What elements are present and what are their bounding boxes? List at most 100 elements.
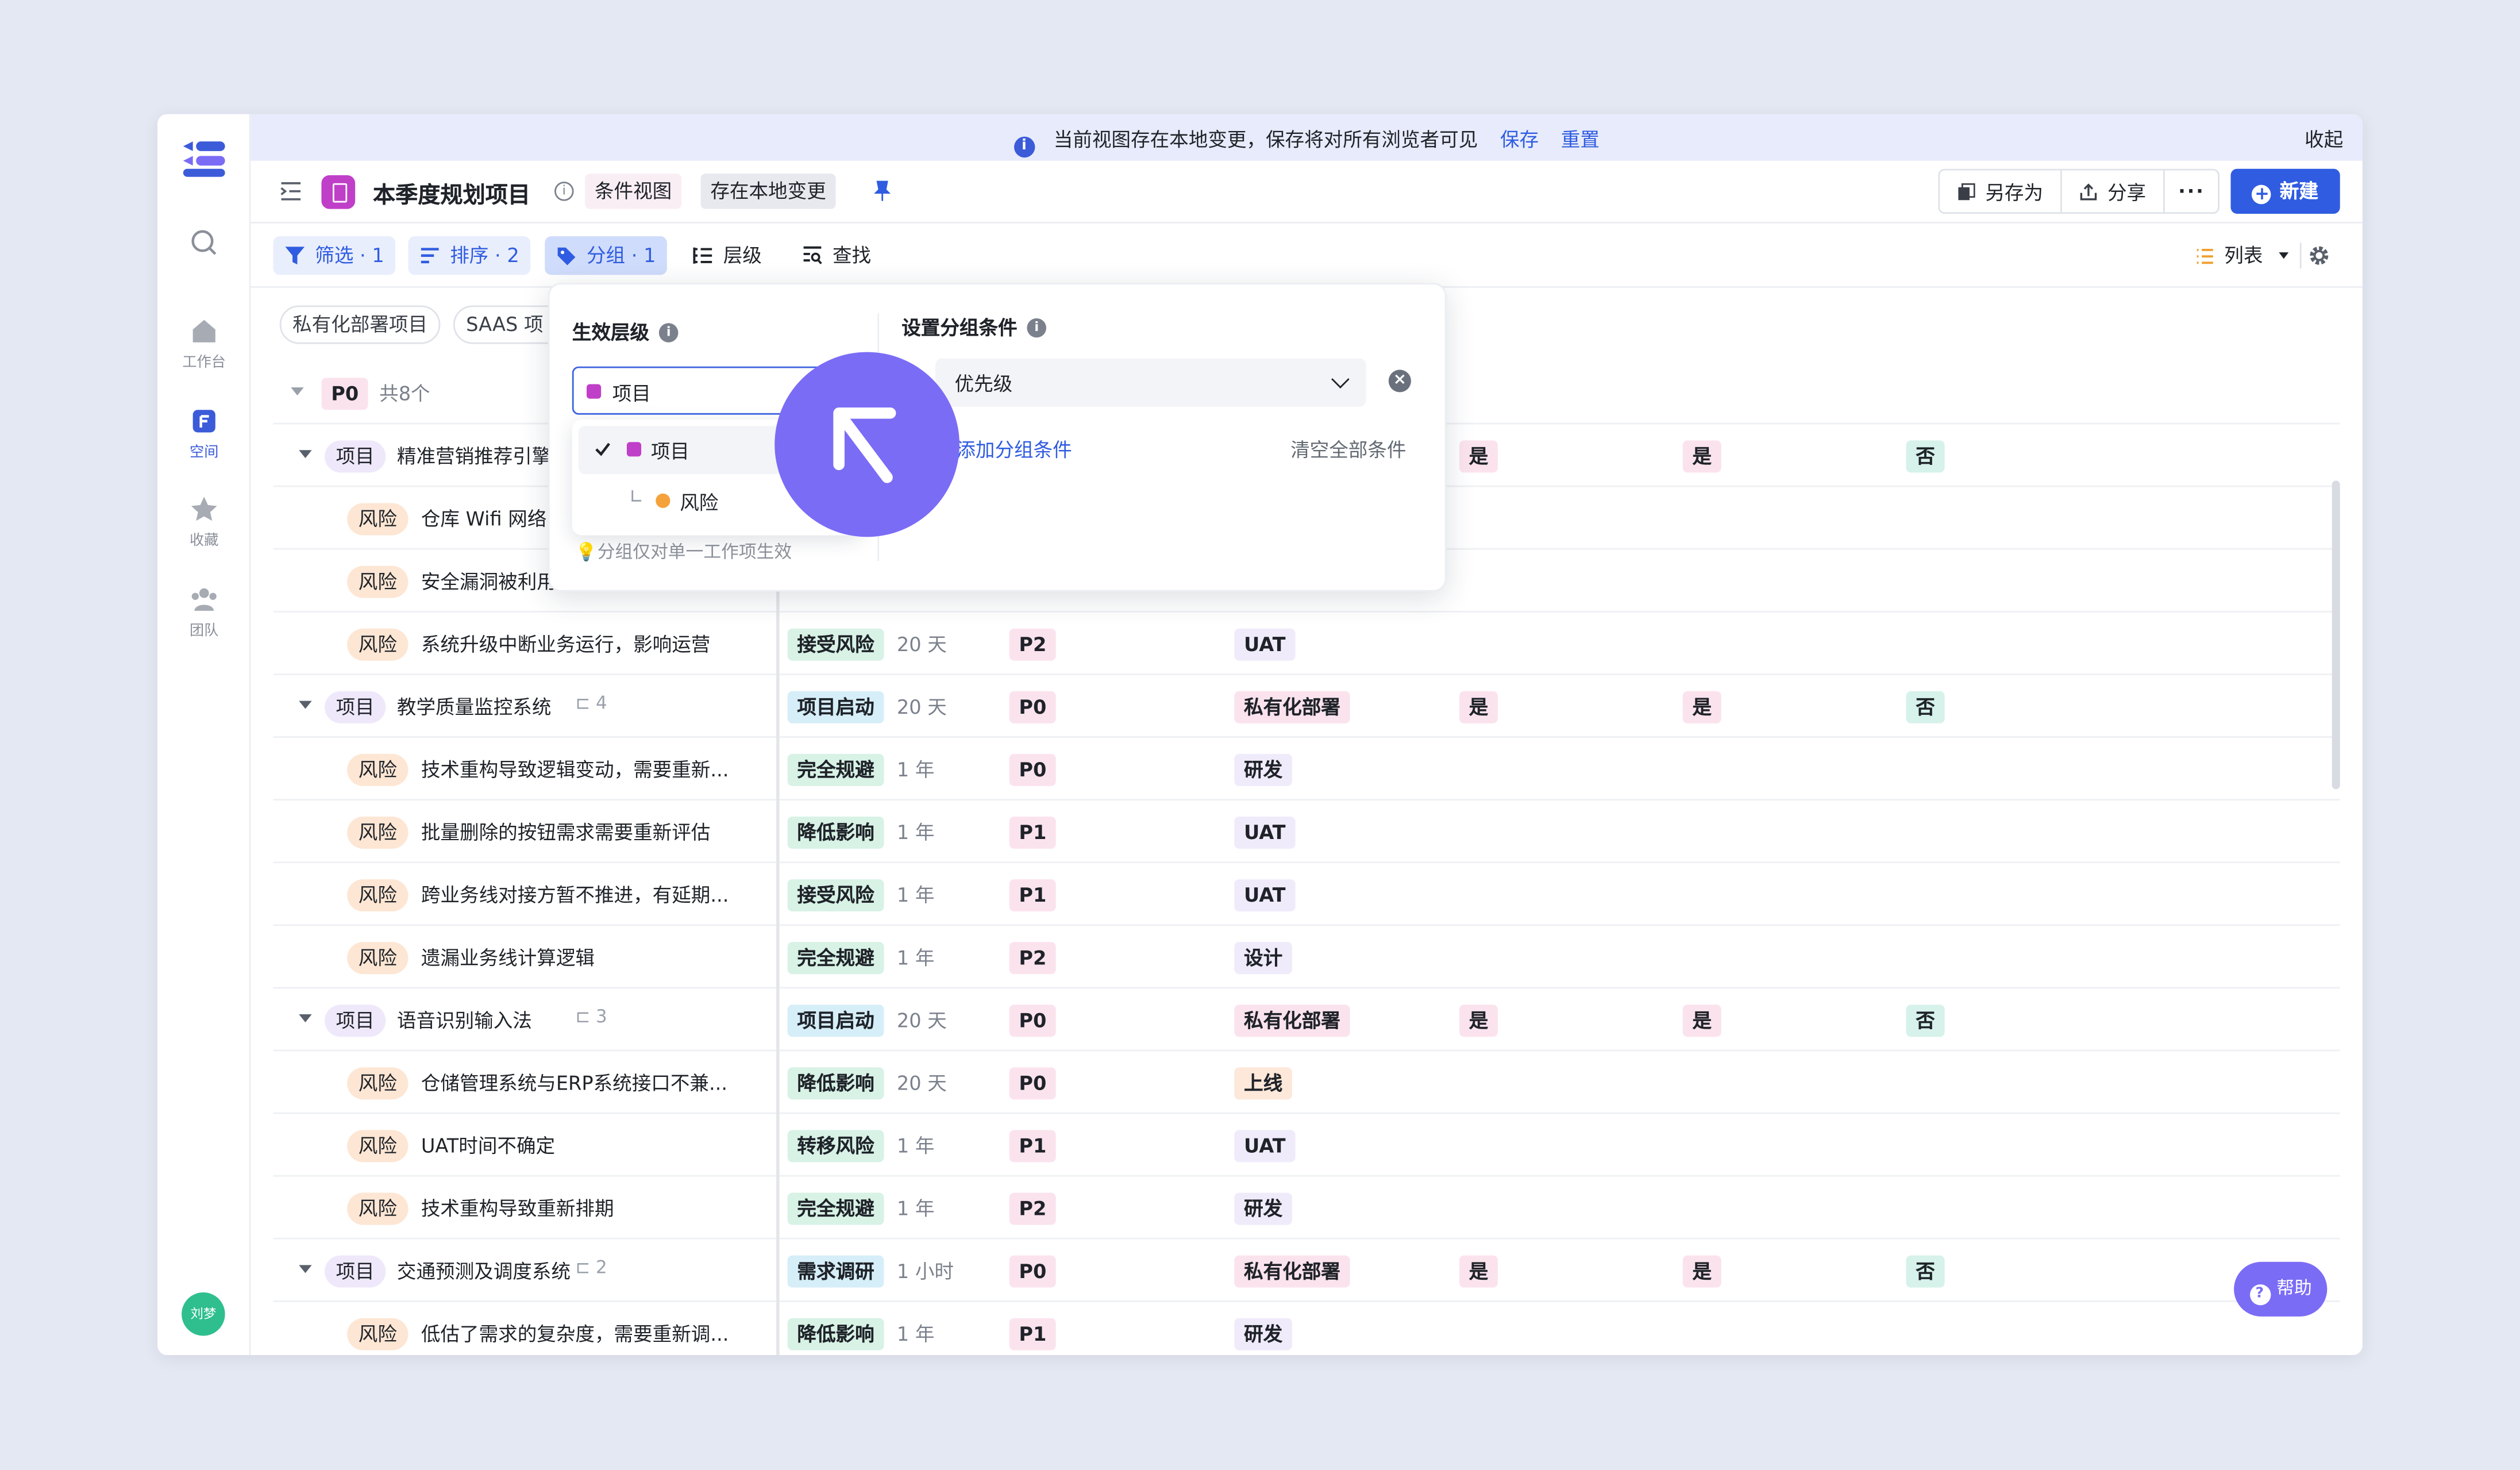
item-title[interactable]: 系统升级中断业务运行，影响运营 xyxy=(421,630,711,657)
banner-reset-link[interactable]: 重置 xyxy=(1561,129,1600,151)
child-count: ⊏ 3 xyxy=(575,1006,607,1028)
banner-save-link[interactable]: 保存 xyxy=(1500,129,1539,151)
info-icon: i xyxy=(1014,136,1035,158)
flag-yes-tag: 是 xyxy=(1682,1255,1721,1288)
remove-condition-icon[interactable]: × xyxy=(1388,370,1411,392)
pill-saas[interactable]: SAAS 项 xyxy=(453,305,555,344)
save-as-button[interactable]: 另存为 xyxy=(1940,170,2063,213)
item-title[interactable]: 技术重构导致逻辑变动，需要重新... xyxy=(421,756,729,783)
info-icon[interactable]: i xyxy=(658,322,679,342)
title-info-icon[interactable]: i xyxy=(554,182,574,201)
level-button[interactable]: 层级 xyxy=(681,236,773,275)
hierarchy-icon xyxy=(693,247,712,264)
stage-tag: 研发 xyxy=(1234,1318,1292,1350)
help-icon: ? xyxy=(2249,1284,2271,1306)
priority-tag: P0 xyxy=(1009,691,1057,724)
plus-icon: + xyxy=(2252,184,2272,205)
copy-icon xyxy=(1959,182,1976,199)
rail-space[interactable]: 空间 xyxy=(157,405,251,461)
item-title[interactable]: UAT时间不确定 xyxy=(421,1132,555,1159)
expand-toggle-icon[interactable] xyxy=(299,450,312,459)
new-item-label: 新建 xyxy=(2279,180,2318,203)
item-title[interactable]: 交通预测及调度系统 xyxy=(397,1257,571,1284)
project-row[interactable]: 项目 语音识别输入法 ⊏ 3 项目启动 20 天 P0 私有化部署 是 是 否 xyxy=(273,988,2340,1052)
risk-row[interactable]: 风险 技术重构导致逻辑变动，需要重新... 完全规避 1 年 P0 研发 xyxy=(273,738,2340,801)
item-title[interactable]: 仓储管理系统与ERP系统接口不兼... xyxy=(421,1069,727,1096)
share-button[interactable]: 分享 xyxy=(2063,170,2165,213)
info-icon[interactable]: i xyxy=(1027,317,1047,337)
rail-team[interactable]: 团队 xyxy=(157,583,251,640)
sidebar-toggle-icon[interactable] xyxy=(280,182,302,201)
risk-row[interactable]: 风险 跨业务线对接方暂不推进，有延期... 接受风险 1 年 P1 UAT xyxy=(273,863,2340,926)
app-logo-icon[interactable] xyxy=(180,140,228,178)
item-title[interactable]: 精准营销推荐引擎 xyxy=(397,442,552,470)
item-type-tag: 风险 xyxy=(347,1130,409,1163)
item-type-tag: 风险 xyxy=(347,628,409,661)
item-title[interactable]: 低估了需求的复杂度，需要重新调... xyxy=(421,1319,729,1347)
pin-icon[interactable] xyxy=(874,180,891,202)
group-label: 分组 · 1 xyxy=(586,244,656,267)
risk-row[interactable]: 风险 UAT时间不确定 转移风险 1 年 P1 UAT xyxy=(273,1114,2340,1177)
strategy-tag: 完全规避 xyxy=(787,1192,884,1225)
risk-row[interactable]: 风险 仓储管理系统与ERP系统接口不兼... 降低影响 20 天 P0 上线 xyxy=(273,1051,2340,1114)
caret-down-icon xyxy=(2279,252,2289,259)
gear-icon[interactable] xyxy=(2308,244,2330,267)
more-button[interactable]: ··· xyxy=(2165,171,2218,213)
expand-toggle-icon[interactable] xyxy=(299,1014,312,1023)
user-avatar[interactable]: 刘梦 xyxy=(182,1292,225,1336)
project-color-square xyxy=(626,442,642,457)
item-title[interactable]: 技术重构导致重新排期 xyxy=(421,1194,614,1222)
save-as-label: 另存为 xyxy=(1985,180,2044,203)
title-bar: 本季度规划项目 i 条件视图 存在本地变更 另存为 分享 ··· + 新建 xyxy=(251,161,2363,224)
pill-private-deploy[interactable]: 私有化部署项目 xyxy=(279,305,441,344)
item-type-tag: 风险 xyxy=(347,879,409,912)
rail-favorites[interactable]: 收藏 xyxy=(157,494,251,550)
filter-icon xyxy=(285,247,305,265)
group-condition-text: 设置分组条件 xyxy=(901,317,1018,340)
risk-row[interactable]: 风险 系统升级中断业务运行，影响运营 接受风险 20 天 P2 UAT xyxy=(273,613,2340,675)
flag-yes-tag: 是 xyxy=(1459,440,1498,473)
risk-row[interactable]: 风险 技术重构导致重新排期 完全规避 1 年 P2 研发 xyxy=(273,1177,2340,1240)
risk-row[interactable]: 风险 低估了需求的复杂度，需要重新调... 降低影响 1 年 P1 研发 xyxy=(273,1302,2340,1355)
item-title[interactable]: 语音识别输入法 xyxy=(397,1006,532,1034)
flag-yes-tag: 是 xyxy=(1459,691,1498,724)
stage-tag: 私有化部署 xyxy=(1234,691,1350,724)
expand-toggle-icon[interactable] xyxy=(299,701,312,709)
rail-workbench[interactable]: 工作台 xyxy=(157,315,251,371)
stage-tag: UAT xyxy=(1234,816,1296,849)
child-count-value: 4 xyxy=(595,692,607,714)
item-title[interactable]: 仓库 Wifi 网络... xyxy=(421,505,565,532)
local-change-chip[interactable]: 存在本地变更 xyxy=(700,174,836,209)
group-condition-select[interactable]: 优先级 xyxy=(935,358,1366,407)
group-collapse-icon[interactable] xyxy=(291,387,304,396)
rail-label-space: 空间 xyxy=(190,445,219,461)
filter-button[interactable]: 筛选 · 1 xyxy=(273,236,396,275)
project-row[interactable]: 项目 教学质量监控系统 ⊏ 4 项目启动 20 天 P0 私有化部署 是 是 否 xyxy=(273,675,2340,738)
find-button[interactable]: 查找 xyxy=(791,236,882,275)
stage-tag: UAT xyxy=(1234,879,1296,912)
vertical-scrollbar[interactable] xyxy=(2332,480,2340,790)
view-mode-select[interactable]: 列表 xyxy=(2195,236,2289,275)
rail-search[interactable] xyxy=(157,226,251,259)
item-type-tag: 风险 xyxy=(347,753,409,786)
new-item-button[interactable]: + 新建 xyxy=(2230,168,2340,214)
item-title[interactable]: 教学质量监控系统 xyxy=(397,693,552,721)
view-type-chip[interactable]: 条件视图 xyxy=(585,174,682,209)
item-title[interactable]: 跨业务线对接方暂不推进，有延期... xyxy=(421,881,729,909)
sort-button[interactable]: 排序 · 2 xyxy=(408,236,531,275)
item-title[interactable]: 批量删除的按钮需求需要重新评估 xyxy=(421,818,711,846)
expand-toggle-icon[interactable] xyxy=(299,1265,312,1273)
priority-tag: P1 xyxy=(1009,1130,1057,1163)
clear-conditions-button[interactable]: 清空全部条件 xyxy=(1290,436,1406,463)
item-title[interactable]: 遗漏业务线计算逻辑 xyxy=(421,944,595,971)
risk-row[interactable]: 风险 遗漏业务线计算逻辑 完全规避 1 年 P2 设计 xyxy=(273,926,2340,989)
add-condition-button[interactable]: 添加分组条件 xyxy=(956,436,1072,463)
arrow-cursor-icon xyxy=(833,407,896,483)
help-button[interactable]: ? 帮助 xyxy=(2234,1261,2328,1317)
banner-collapse-button[interactable]: 收起 xyxy=(2305,125,2343,153)
risk-row[interactable]: 风险 批量删除的按钮需求需要重新评估 降低影响 1 年 P1 UAT xyxy=(273,801,2340,864)
item-type-tag: 风险 xyxy=(347,1318,409,1350)
project-row[interactable]: 项目 交通预测及调度系统 ⊏ 2 需求调研 1 小时 P0 私有化部署 是 是 否 xyxy=(273,1240,2340,1302)
item-type-tag: 项目 xyxy=(325,1005,386,1037)
group-button[interactable]: 分组 · 1 xyxy=(545,236,668,275)
